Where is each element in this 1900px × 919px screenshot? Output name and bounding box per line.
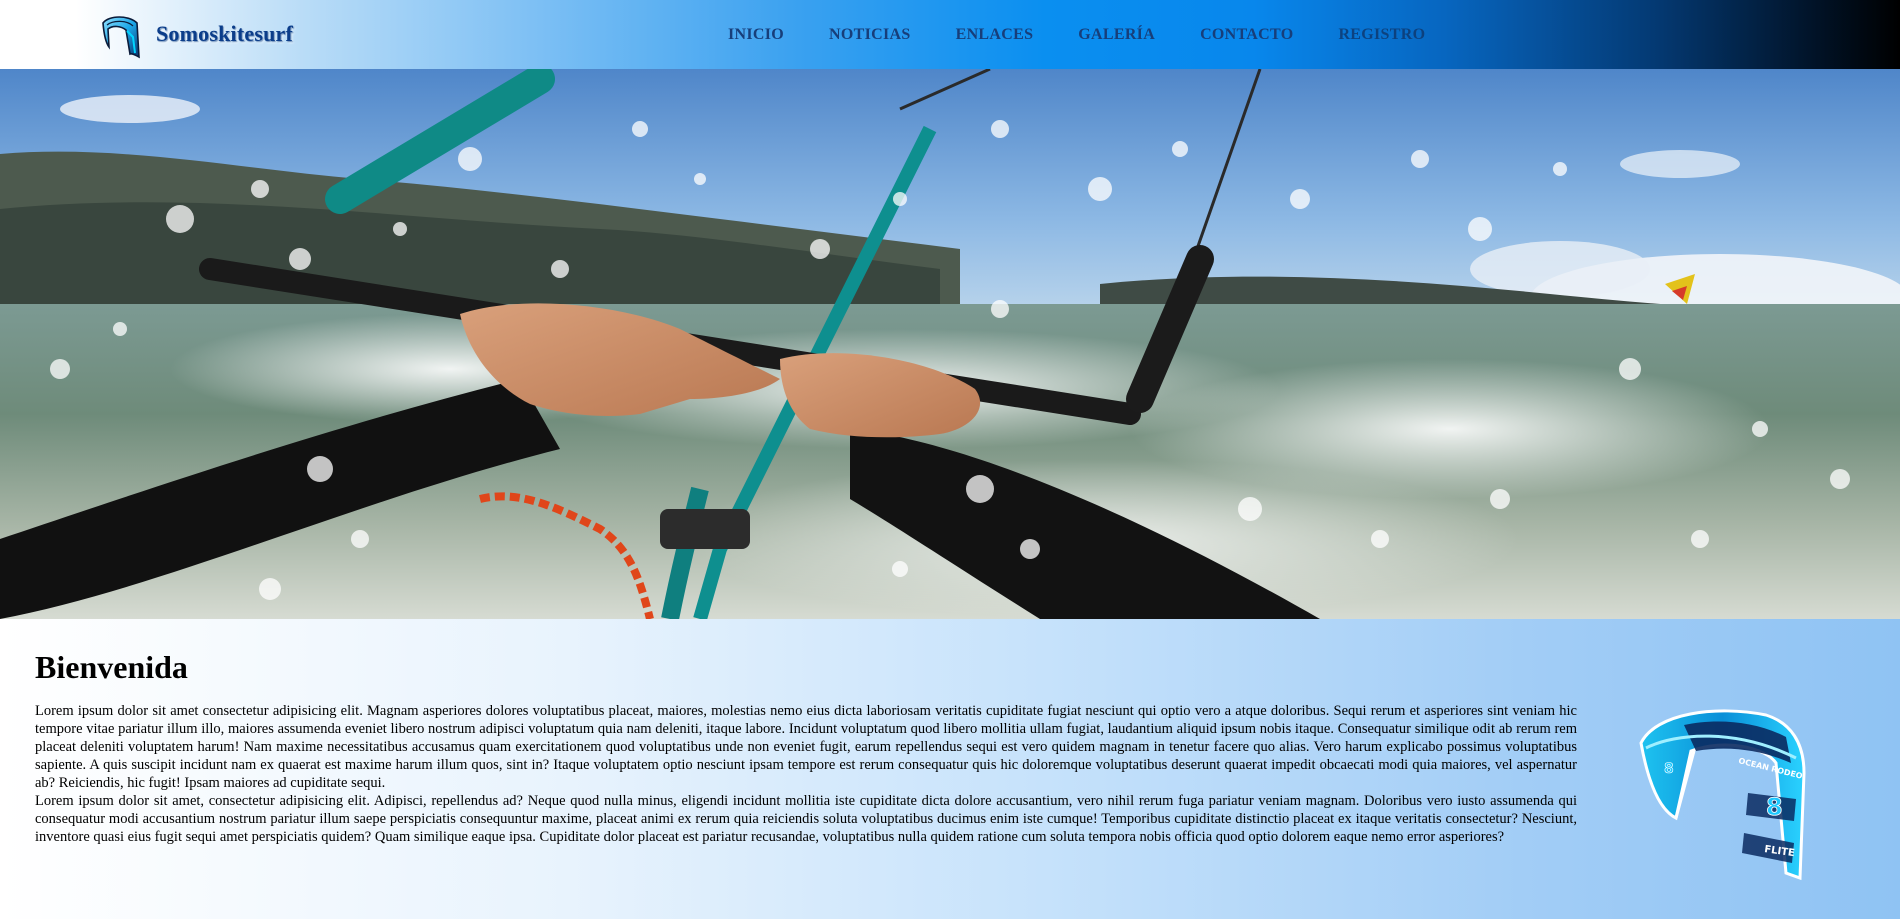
kite-product-image: OCEAN RODEO 8 FLITE 8	[1639, 709, 1806, 881]
site-header: Somoskitesurf INICIO NOTICIAS ENLACES GA…	[0, 0, 1900, 69]
nav-enlaces[interactable]: ENLACES	[956, 25, 1034, 45]
welcome-text: Lorem ipsum dolor sit amet consectetur a…	[35, 702, 1577, 846]
nav-noticias[interactable]: NOTICIAS	[829, 25, 911, 45]
kite-logo-icon	[102, 16, 140, 59]
kite-size-label: 8	[1766, 793, 1783, 821]
kitesurf-hands-on-bar-photo	[0, 69, 1900, 619]
paragraph-1: Lorem ipsum dolor sit amet consectetur a…	[35, 703, 1577, 791]
welcome-section: Bienvenida Lorem ipsum dolor sit amet co…	[0, 619, 1900, 919]
kite-size-label-left: 8	[1664, 761, 1674, 777]
nav-galeria[interactable]: GALERÍA	[1078, 25, 1155, 45]
nav-registro[interactable]: REGISTRO	[1338, 25, 1425, 45]
paragraph-2: Lorem ipsum dolor sit amet, consectetur …	[35, 793, 1577, 845]
hero-image	[0, 69, 1900, 619]
nav-inicio[interactable]: INICIO	[728, 25, 784, 45]
brand-name: Somoskitesurf	[156, 21, 294, 46]
nav-contacto[interactable]: CONTACTO	[1200, 25, 1293, 45]
brand-link[interactable]: Somoskitesurf	[99, 13, 293, 61]
page-title: Bienvenida	[35, 649, 188, 685]
main-nav: INICIO NOTICIAS ENLACES GALERÍA CONTACTO…	[728, 25, 1470, 45]
